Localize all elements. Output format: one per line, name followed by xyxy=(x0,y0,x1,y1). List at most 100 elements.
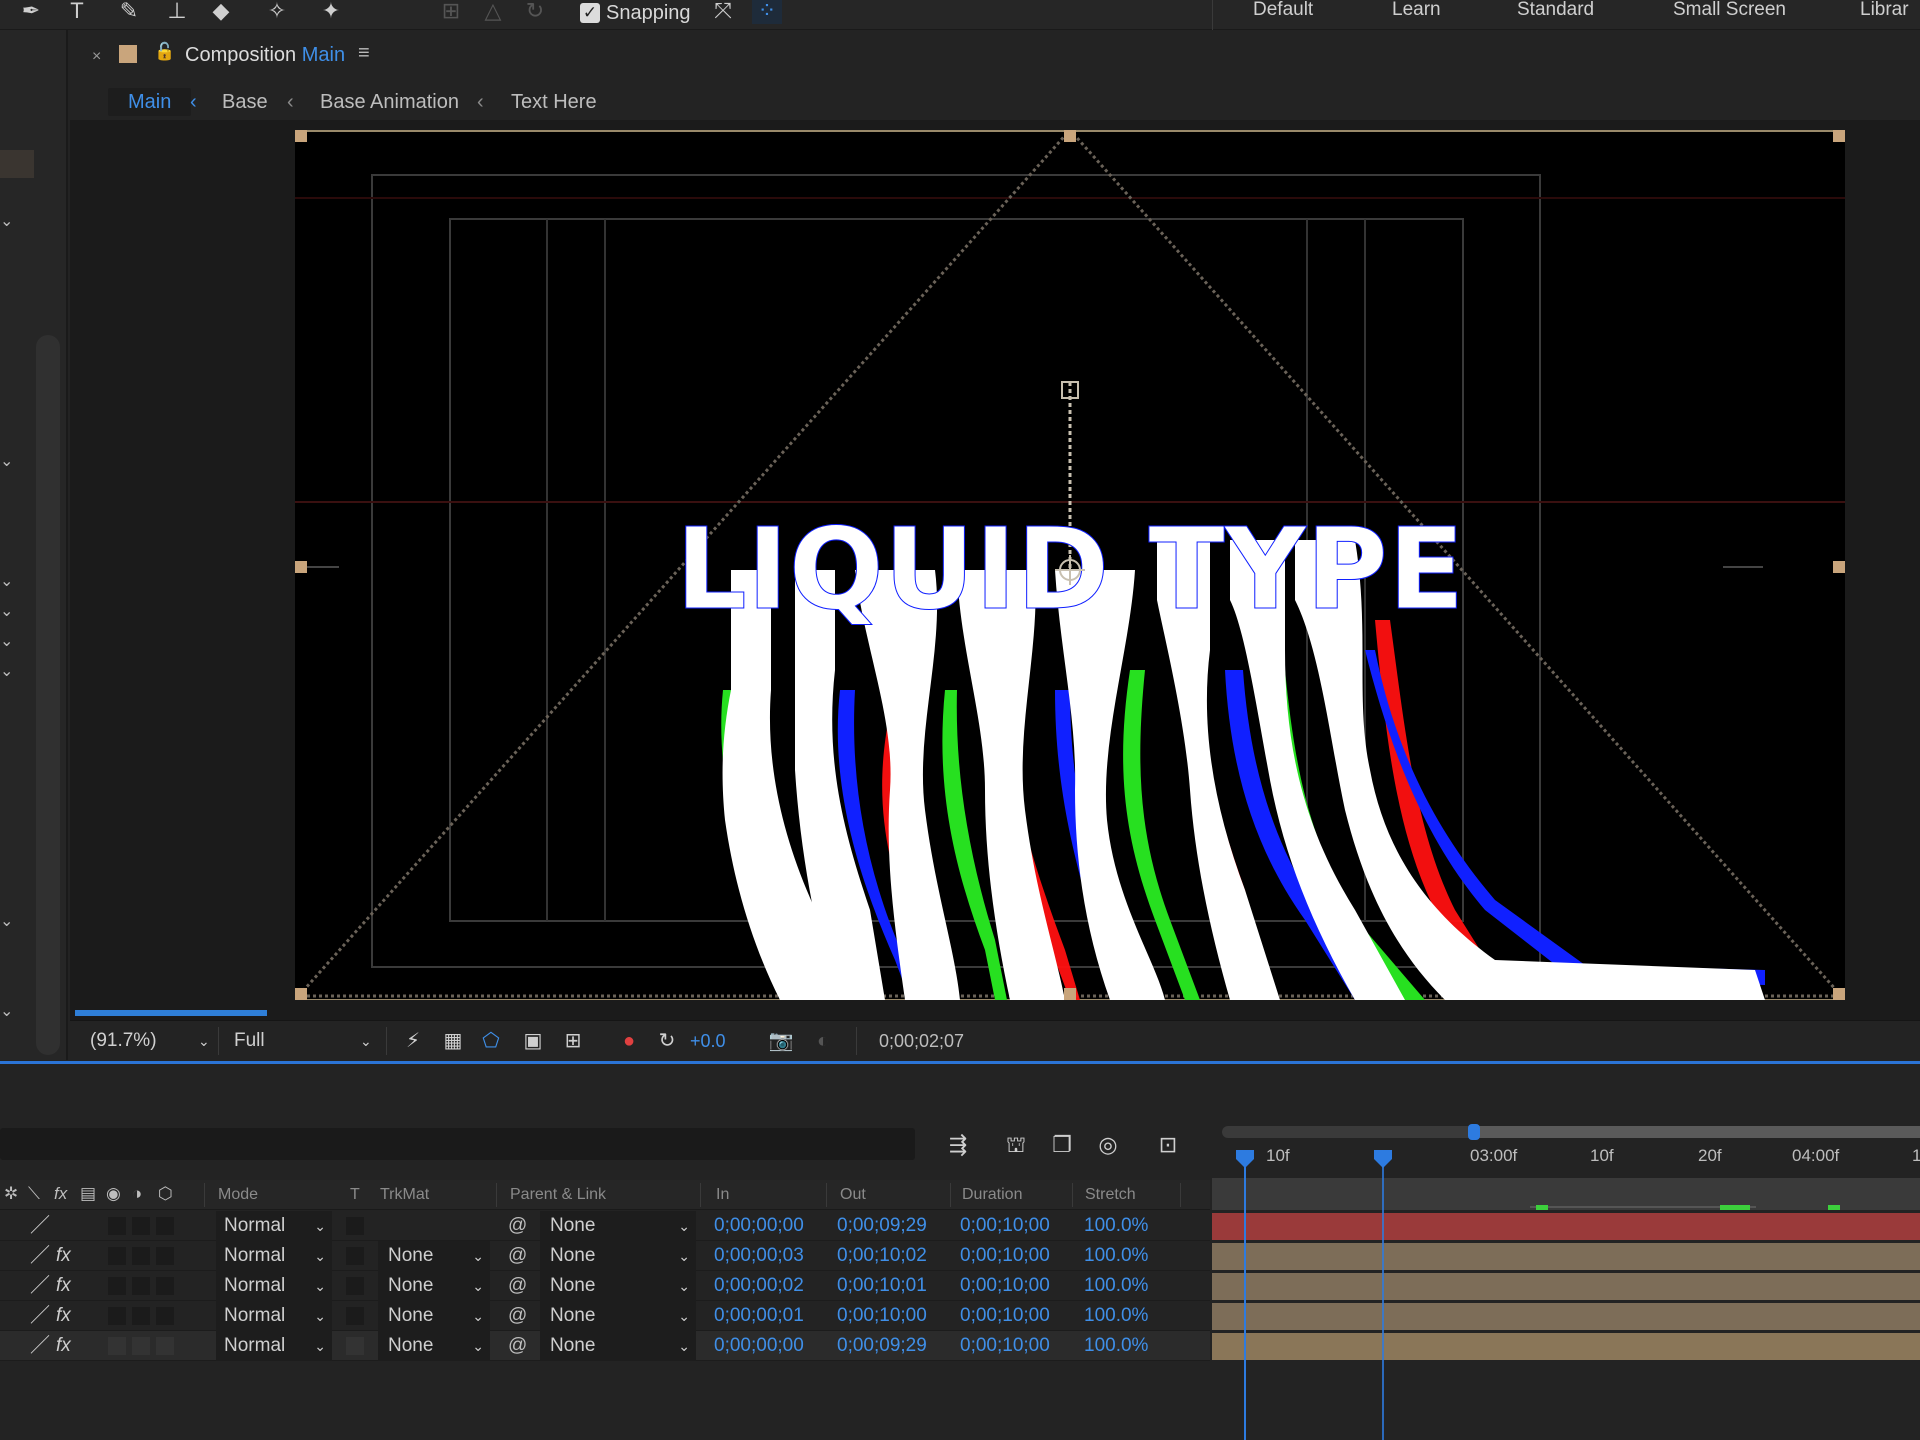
label-color-swatch[interactable] xyxy=(119,45,137,63)
out-time[interactable]: 0;00;09;29 xyxy=(837,1331,927,1361)
collapse-switch-icon[interactable]: ⟍ xyxy=(28,1184,40,1204)
snap-target-icon[interactable]: ⁘ xyxy=(752,0,782,24)
out-time[interactable]: 0;00;10;02 xyxy=(837,1241,927,1271)
switch-cell[interactable] xyxy=(132,1337,150,1355)
duration[interactable]: 0;00;10;00 xyxy=(960,1331,1050,1361)
in-time[interactable]: 0;00;00;03 xyxy=(714,1241,804,1271)
time-navigator-range[interactable] xyxy=(1474,1126,1920,1138)
switch-cell[interactable] xyxy=(108,1217,126,1235)
stretch[interactable]: 100.0% xyxy=(1084,1211,1148,1241)
adjustment-switch-icon[interactable]: ◑ xyxy=(132,1184,142,1204)
layer-duration-bar[interactable] xyxy=(1212,1213,1920,1240)
current-timecode[interactable]: 0;00;02;07 xyxy=(856,1027,986,1055)
draft-3d-icon[interactable]: ⛫ xyxy=(1000,1130,1032,1160)
fx-icon[interactable]: fx xyxy=(56,1331,71,1361)
grid-guides-icon[interactable]: ⊞ xyxy=(560,1029,586,1053)
clone-stamp-tool-icon[interactable]: ⊥ xyxy=(162,0,192,24)
mask-path-visibility-icon[interactable]: ⬠ xyxy=(478,1029,504,1053)
fx-icon[interactable]: fx xyxy=(56,1301,71,1331)
duration[interactable]: 0;00;10;00 xyxy=(960,1271,1050,1301)
workspace-default[interactable]: Default xyxy=(1253,0,1313,20)
out-time[interactable]: 0;00;09;29 xyxy=(837,1211,927,1241)
workspace-standard[interactable]: Standard xyxy=(1517,0,1594,20)
workspace-libraries[interactable]: Librar xyxy=(1860,0,1909,20)
snap-options-icon[interactable]: ⤧ xyxy=(708,0,738,24)
col-trkmat[interactable]: TrkMat xyxy=(380,1186,429,1204)
switch-cell[interactable] xyxy=(156,1337,174,1355)
layer-row[interactable]: ／ fx Normal ⌄ None ⌄ @ None ⌄ 0;00;00;02 0;… xyxy=(0,1271,1210,1301)
pen-tool-icon[interactable]: ✒ xyxy=(16,0,46,24)
region-of-interest-icon[interactable]: ▣ xyxy=(520,1029,546,1053)
pick-whip-icon[interactable]: @ xyxy=(508,1241,527,1271)
stretch[interactable]: 100.0% xyxy=(1084,1301,1148,1331)
pick-whip-icon[interactable]: @ xyxy=(508,1271,527,1301)
layer-duration-bar[interactable] xyxy=(1212,1303,1920,1330)
col-duration[interactable]: Duration xyxy=(962,1186,1022,1204)
out-time[interactable]: 0;00;10;00 xyxy=(837,1301,927,1331)
puppet-pin-tool-icon[interactable]: ✦ xyxy=(316,0,346,24)
crumb-base-animation[interactable]: Base Animation xyxy=(320,88,459,116)
project-scrollbar[interactable] xyxy=(36,335,60,1055)
chevron-down-icon[interactable]: ⌄ xyxy=(0,214,18,230)
parent-dropdown[interactable]: None ⌄ xyxy=(540,1331,696,1361)
quality-switch-icon[interactable]: ／ xyxy=(30,1211,50,1241)
trkmat-dropdown[interactable]: None ⌄ xyxy=(378,1241,490,1271)
switch-cell[interactable] xyxy=(108,1307,126,1325)
motion-blur-icon[interactable]: ◎ xyxy=(1092,1130,1124,1160)
duration[interactable]: 0;00;10;00 xyxy=(960,1301,1050,1331)
trkmat-dropdown[interactable]: None ⌄ xyxy=(378,1271,490,1301)
stretch[interactable]: 100.0% xyxy=(1084,1271,1148,1301)
layer-row[interactable]: ／ fx Normal ⌄ None ⌄ @ None ⌄ 0;00;00;03 0;… xyxy=(0,1241,1210,1271)
switch-cell[interactable] xyxy=(156,1217,174,1235)
switch-cell[interactable] xyxy=(132,1247,150,1265)
navigator-start-handle[interactable] xyxy=(1468,1124,1480,1140)
switch-cell[interactable] xyxy=(108,1337,126,1355)
type-tool-icon[interactable]: T xyxy=(62,0,92,24)
duration[interactable]: 0;00;10;00 xyxy=(960,1241,1050,1271)
parent-dropdown[interactable]: None ⌄ xyxy=(540,1241,696,1271)
out-time[interactable]: 0;00;10;01 xyxy=(837,1271,927,1301)
layer-duration-bar[interactable] xyxy=(1212,1243,1920,1270)
workspace-learn[interactable]: Learn xyxy=(1392,0,1441,20)
work-area-end-line[interactable] xyxy=(1382,1150,1384,1440)
keyframe-marker[interactable] xyxy=(1720,1205,1750,1210)
fx-icon[interactable]: fx xyxy=(56,1271,71,1301)
switch-cell[interactable] xyxy=(156,1277,174,1295)
switch-cell[interactable] xyxy=(156,1247,174,1265)
duration[interactable]: 0;00;10;00 xyxy=(960,1211,1050,1241)
switch-cell[interactable] xyxy=(108,1247,126,1265)
axis-view-icon[interactable]: ↻ xyxy=(520,0,550,24)
mode-dropdown[interactable]: Normal ⌄ xyxy=(216,1241,332,1271)
frame-blend-switch-icon[interactable]: ▤ xyxy=(80,1184,96,1204)
switch-cell[interactable] xyxy=(132,1217,150,1235)
close-icon[interactable]: × xyxy=(92,48,101,66)
quality-switch-icon[interactable]: ／ xyxy=(30,1301,50,1331)
transparency-grid-icon[interactable]: ▦ xyxy=(440,1029,466,1053)
mode-dropdown[interactable]: Normal ⌄ xyxy=(216,1301,332,1331)
reset-exposure-icon[interactable]: ↻ xyxy=(654,1029,680,1053)
composition-flowchart-icon[interactable]: ⇶ xyxy=(942,1130,974,1160)
layer-duration-bar[interactable] xyxy=(1212,1333,1920,1360)
preserve-transparency-cell[interactable] xyxy=(346,1337,364,1355)
mode-dropdown[interactable]: Normal ⌄ xyxy=(216,1211,332,1241)
camera-snapshot-icon[interactable]: 📷 xyxy=(768,1029,794,1053)
switch-cell[interactable] xyxy=(132,1277,150,1295)
crumb-base[interactable]: Base xyxy=(222,88,268,116)
shy-switch-icon[interactable]: ✲ xyxy=(4,1184,18,1204)
chevron-down-icon[interactable]: ⌄ xyxy=(0,664,18,680)
exposure-value[interactable]: +0.0 xyxy=(690,1029,726,1053)
3d-layer-switch-icon[interactable]: ⬡ xyxy=(158,1184,173,1204)
parent-dropdown[interactable]: None ⌄ xyxy=(540,1211,696,1241)
roto-brush-tool-icon[interactable]: ✧ xyxy=(262,0,292,24)
keyframe-marker[interactable] xyxy=(1536,1205,1548,1210)
show-channel-icon[interactable]: ● xyxy=(616,1029,642,1053)
lock-icon[interactable]: 🔓 xyxy=(154,42,175,62)
eraser-tool-icon[interactable]: ◆ xyxy=(206,0,236,24)
fx-icon[interactable]: fx xyxy=(56,1241,71,1271)
motion-blur-switch-icon[interactable]: ◉ xyxy=(106,1184,121,1204)
col-stretch[interactable]: Stretch xyxy=(1085,1186,1136,1204)
parent-dropdown[interactable]: None ⌄ xyxy=(540,1301,696,1331)
preserve-transparency-cell[interactable] xyxy=(346,1307,364,1325)
pick-whip-icon[interactable]: @ xyxy=(508,1301,527,1331)
selected-project-item[interactable] xyxy=(0,150,34,178)
